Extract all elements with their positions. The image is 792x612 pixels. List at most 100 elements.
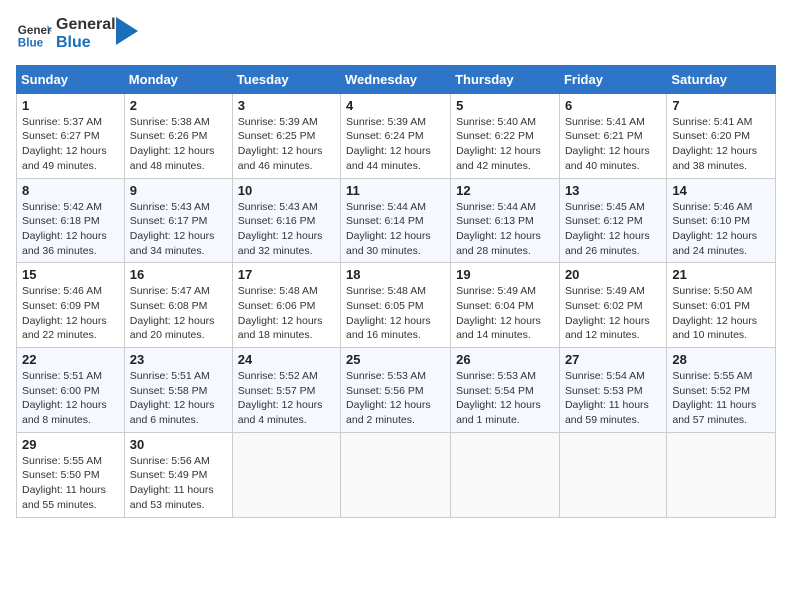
- calendar-body: 1 Sunrise: 5:37 AMSunset: 6:27 PMDaylight…: [17, 93, 776, 517]
- calendar-cell: 14 Sunrise: 5:46 AMSunset: 6:10 PMDayligh…: [667, 178, 776, 263]
- day-info: Sunrise: 5:52 AMSunset: 5:57 PMDaylight:…: [238, 369, 335, 428]
- logo-arrow-icon: [116, 17, 138, 45]
- day-header-monday: Monday: [124, 65, 232, 93]
- day-number: 12: [456, 183, 554, 198]
- day-number: 9: [130, 183, 227, 198]
- calendar-cell: [341, 432, 451, 517]
- day-info: Sunrise: 5:39 AMSunset: 6:24 PMDaylight:…: [346, 115, 445, 174]
- day-number: 25: [346, 352, 445, 367]
- day-number: 2: [130, 98, 227, 113]
- day-number: 6: [565, 98, 661, 113]
- day-number: 23: [130, 352, 227, 367]
- calendar-header-row: SundayMondayTuesdayWednesdayThursdayFrid…: [17, 65, 776, 93]
- day-info: Sunrise: 5:47 AMSunset: 6:08 PMDaylight:…: [130, 284, 227, 343]
- day-number: 7: [672, 98, 770, 113]
- calendar-cell: [451, 432, 560, 517]
- calendar-cell: 5 Sunrise: 5:40 AMSunset: 6:22 PMDaylight…: [451, 93, 560, 178]
- calendar-table: SundayMondayTuesdayWednesdayThursdayFrid…: [16, 65, 776, 518]
- day-number: 18: [346, 267, 445, 282]
- calendar-cell: 12 Sunrise: 5:44 AMSunset: 6:13 PMDayligh…: [451, 178, 560, 263]
- day-info: Sunrise: 5:46 AMSunset: 6:10 PMDaylight:…: [672, 200, 770, 259]
- calendar-cell: 1 Sunrise: 5:37 AMSunset: 6:27 PMDaylight…: [17, 93, 125, 178]
- calendar-cell: 16 Sunrise: 5:47 AMSunset: 6:08 PMDayligh…: [124, 263, 232, 348]
- day-info: Sunrise: 5:37 AMSunset: 6:27 PMDaylight:…: [22, 115, 119, 174]
- day-info: Sunrise: 5:49 AMSunset: 6:04 PMDaylight:…: [456, 284, 554, 343]
- day-info: Sunrise: 5:44 AMSunset: 6:13 PMDaylight:…: [456, 200, 554, 259]
- day-info: Sunrise: 5:50 AMSunset: 6:01 PMDaylight:…: [672, 284, 770, 343]
- calendar-week-row: 15Sunrise: 5:46 AMSunset: 6:09 PMDayligh…: [17, 263, 776, 348]
- day-info: Sunrise: 5:41 AMSunset: 6:20 PMDaylight:…: [672, 115, 770, 174]
- calendar-cell: [232, 432, 340, 517]
- svg-text:Blue: Blue: [18, 37, 44, 50]
- day-info: Sunrise: 5:55 AMSunset: 5:50 PMDaylight:…: [22, 454, 119, 513]
- day-number: 4: [346, 98, 445, 113]
- calendar-week-row: 29 Sunrise: 5:55 AMSunset: 5:50 PMDayligh…: [17, 432, 776, 517]
- day-number: 10: [238, 183, 335, 198]
- day-info: Sunrise: 5:43 AMSunset: 6:17 PMDaylight:…: [130, 200, 227, 259]
- day-number: 3: [238, 98, 335, 113]
- page-header: General Blue General Blue: [16, 16, 776, 53]
- calendar-cell: 9 Sunrise: 5:43 AMSunset: 6:17 PMDaylight…: [124, 178, 232, 263]
- calendar-cell: 23 Sunrise: 5:51 AMSunset: 5:58 PMDayligh…: [124, 348, 232, 433]
- day-number: 28: [672, 352, 770, 367]
- day-number: 8: [22, 183, 119, 198]
- day-number: 30: [130, 437, 227, 452]
- day-number: 21: [672, 267, 770, 282]
- calendar-cell: 6Sunrise: 5:41 AMSunset: 6:21 PMDaylight…: [559, 93, 666, 178]
- day-info: Sunrise: 5:49 AMSunset: 6:02 PMDaylight:…: [565, 284, 661, 343]
- logo-general-text: General: [56, 16, 116, 34]
- calendar-cell: 22Sunrise: 5:51 AMSunset: 6:00 PMDayligh…: [17, 348, 125, 433]
- calendar-cell: 21 Sunrise: 5:50 AMSunset: 6:01 PMDayligh…: [667, 263, 776, 348]
- day-number: 24: [238, 352, 335, 367]
- day-info: Sunrise: 5:42 AMSunset: 6:18 PMDaylight:…: [22, 200, 119, 259]
- calendar-week-row: 8 Sunrise: 5:42 AMSunset: 6:18 PMDaylight…: [17, 178, 776, 263]
- day-info: Sunrise: 5:38 AMSunset: 6:26 PMDaylight:…: [130, 115, 227, 174]
- logo: General Blue General Blue: [16, 16, 138, 53]
- calendar-cell: 20 Sunrise: 5:49 AMSunset: 6:02 PMDayligh…: [559, 263, 666, 348]
- day-info: Sunrise: 5:48 AMSunset: 6:05 PMDaylight:…: [346, 284, 445, 343]
- day-number: 17: [238, 267, 335, 282]
- logo-icon: General Blue: [16, 16, 52, 52]
- day-header-tuesday: Tuesday: [232, 65, 340, 93]
- calendar-cell: 28 Sunrise: 5:55 AMSunset: 5:52 PMDayligh…: [667, 348, 776, 433]
- calendar-cell: 10 Sunrise: 5:43 AMSunset: 6:16 PMDayligh…: [232, 178, 340, 263]
- calendar-week-row: 1 Sunrise: 5:37 AMSunset: 6:27 PMDaylight…: [17, 93, 776, 178]
- calendar-cell: [559, 432, 666, 517]
- calendar-cell: 27 Sunrise: 5:54 AMSunset: 5:53 PMDayligh…: [559, 348, 666, 433]
- day-header-sunday: Sunday: [17, 65, 125, 93]
- calendar-cell: 2 Sunrise: 5:38 AMSunset: 6:26 PMDaylight…: [124, 93, 232, 178]
- day-info: Sunrise: 5:44 AMSunset: 6:14 PMDaylight:…: [346, 200, 445, 259]
- day-number: 1: [22, 98, 119, 113]
- calendar-cell: 7 Sunrise: 5:41 AMSunset: 6:20 PMDaylight…: [667, 93, 776, 178]
- day-number: 19: [456, 267, 554, 282]
- calendar-cell: 17 Sunrise: 5:48 AMSunset: 6:06 PMDayligh…: [232, 263, 340, 348]
- calendar-cell: 18 Sunrise: 5:48 AMSunset: 6:05 PMDayligh…: [341, 263, 451, 348]
- day-number: 16: [130, 267, 227, 282]
- day-number: 29: [22, 437, 119, 452]
- day-number: 14: [672, 183, 770, 198]
- calendar-cell: 15Sunrise: 5:46 AMSunset: 6:09 PMDayligh…: [17, 263, 125, 348]
- day-info: Sunrise: 5:55 AMSunset: 5:52 PMDaylight:…: [672, 369, 770, 428]
- day-info: Sunrise: 5:51 AMSunset: 5:58 PMDaylight:…: [130, 369, 227, 428]
- calendar-cell: 11Sunrise: 5:44 AMSunset: 6:14 PMDayligh…: [341, 178, 451, 263]
- svg-text:General: General: [18, 24, 52, 37]
- day-header-saturday: Saturday: [667, 65, 776, 93]
- day-number: 20: [565, 267, 661, 282]
- calendar-cell: 8 Sunrise: 5:42 AMSunset: 6:18 PMDaylight…: [17, 178, 125, 263]
- day-number: 13: [565, 183, 661, 198]
- calendar-week-row: 22Sunrise: 5:51 AMSunset: 6:00 PMDayligh…: [17, 348, 776, 433]
- calendar-cell: 25Sunrise: 5:53 AMSunset: 5:56 PMDayligh…: [341, 348, 451, 433]
- day-info: Sunrise: 5:53 AMSunset: 5:54 PMDaylight:…: [456, 369, 554, 428]
- calendar-cell: 24 Sunrise: 5:52 AMSunset: 5:57 PMDayligh…: [232, 348, 340, 433]
- day-info: Sunrise: 5:48 AMSunset: 6:06 PMDaylight:…: [238, 284, 335, 343]
- day-info: Sunrise: 5:40 AMSunset: 6:22 PMDaylight:…: [456, 115, 554, 174]
- day-info: Sunrise: 5:43 AMSunset: 6:16 PMDaylight:…: [238, 200, 335, 259]
- logo-blue-text: Blue: [56, 34, 116, 52]
- calendar-cell: [667, 432, 776, 517]
- day-number: 27: [565, 352, 661, 367]
- day-info: Sunrise: 5:54 AMSunset: 5:53 PMDaylight:…: [565, 369, 661, 428]
- day-number: 15: [22, 267, 119, 282]
- day-number: 5: [456, 98, 554, 113]
- day-info: Sunrise: 5:45 AMSunset: 6:12 PMDaylight:…: [565, 200, 661, 259]
- day-header-wednesday: Wednesday: [341, 65, 451, 93]
